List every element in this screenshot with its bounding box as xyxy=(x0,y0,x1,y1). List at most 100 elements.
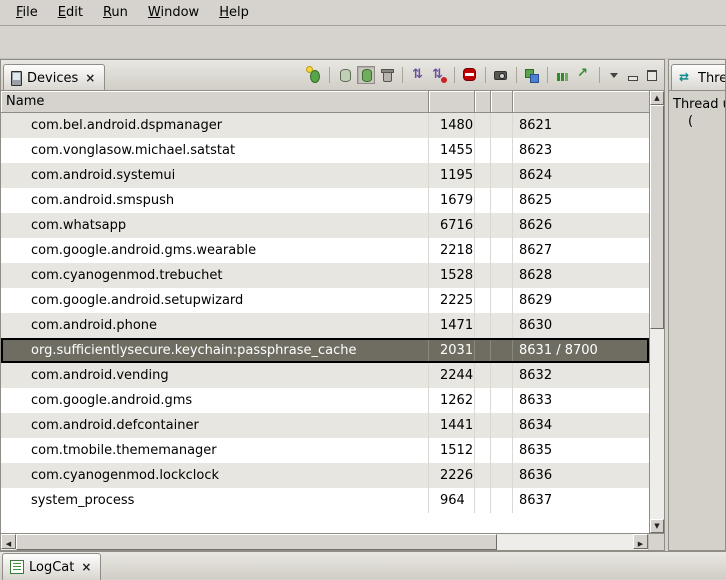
close-icon[interactable]: × xyxy=(79,560,93,574)
port-cell: 8623 xyxy=(513,138,649,163)
toolbar-separator xyxy=(516,67,517,83)
status-cell xyxy=(475,388,491,413)
port-cell: 8629 xyxy=(513,288,649,313)
port-cell: 8621 xyxy=(513,113,649,138)
toolbar-separator xyxy=(599,67,600,83)
minimize-icon[interactable] xyxy=(625,67,641,83)
scroll-left-icon[interactable] xyxy=(1,534,16,549)
tab-devices[interactable]: Devices × xyxy=(3,64,105,91)
process-name-cell: com.android.phone xyxy=(1,313,429,338)
allocation-graph-icon[interactable] xyxy=(575,66,593,84)
update-heap-icon[interactable] xyxy=(336,66,354,84)
main-toolbar-strip xyxy=(0,26,726,59)
process-name-cell: com.vonglasow.michael.satstat xyxy=(1,138,429,163)
status-cell xyxy=(491,238,513,263)
scrollbar-corner xyxy=(648,534,664,550)
tab-logcat-label: LogCat xyxy=(29,560,74,575)
menu-file[interactable]: File xyxy=(6,2,48,23)
status-cell xyxy=(475,113,491,138)
process-row[interactable]: com.google.android.setupwizard222508629 xyxy=(1,288,649,313)
table-header: Name xyxy=(1,91,649,113)
status-cell xyxy=(491,463,513,488)
process-row[interactable]: com.android.defcontainer144118634 xyxy=(1,413,649,438)
status-cell xyxy=(491,138,513,163)
column-header-3[interactable] xyxy=(475,91,491,113)
tab-threads[interactable]: Threads xyxy=(671,64,725,91)
start-method-profiling-icon[interactable] xyxy=(430,66,448,84)
status-cell xyxy=(475,263,491,288)
column-header-port[interactable] xyxy=(513,91,649,113)
process-row[interactable]: system_process9648637 xyxy=(1,488,649,513)
maximize-icon[interactable] xyxy=(644,67,660,83)
process-name-cell: com.google.android.gms xyxy=(1,388,429,413)
process-row[interactable]: com.vonglasow.michael.satstat145538623 xyxy=(1,138,649,163)
menu-run[interactable]: Run xyxy=(93,2,138,23)
column-header-4[interactable] xyxy=(491,91,513,113)
pid-cell: 1480 xyxy=(429,113,475,138)
dump-view-hierarchy-icon[interactable] xyxy=(523,66,541,84)
stop-process-icon[interactable] xyxy=(461,66,479,84)
pid-cell: 22440 xyxy=(429,363,475,388)
process-row[interactable]: com.android.systemui11958624 xyxy=(1,163,649,188)
process-row[interactable]: com.bel.android.dspmanager14808621 xyxy=(1,113,649,138)
debug-process-icon[interactable] xyxy=(305,66,323,84)
process-row[interactable]: com.tmobile.thememanager15128635 xyxy=(1,438,649,463)
menu-help[interactable]: Help xyxy=(209,2,259,23)
port-cell: 8633 xyxy=(513,388,649,413)
horizontal-scroll-thumb[interactable] xyxy=(16,534,497,550)
view-menu-icon[interactable] xyxy=(606,67,622,83)
status-cell xyxy=(475,413,491,438)
toolbar-separator xyxy=(329,67,330,83)
scroll-up-icon[interactable] xyxy=(650,91,664,105)
dump-hprof-icon[interactable] xyxy=(357,66,375,84)
ddms-window: FileEditRunWindowHelp Devices × Name xyxy=(0,0,726,577)
column-header-pid[interactable] xyxy=(429,91,475,113)
pid-cell: 1679 xyxy=(429,188,475,213)
status-cell xyxy=(475,463,491,488)
scroll-down-icon[interactable] xyxy=(650,519,664,533)
process-name-cell: com.tmobile.thememanager xyxy=(1,438,429,463)
vertical-scrollbar[interactable] xyxy=(649,91,664,533)
status-cell xyxy=(491,263,513,288)
screen-capture-icon[interactable] xyxy=(492,66,510,84)
close-icon[interactable]: × xyxy=(83,71,97,85)
vertical-scroll-track[interactable] xyxy=(650,105,664,519)
menu-window[interactable]: Window xyxy=(138,2,209,23)
scroll-right-icon[interactable] xyxy=(633,534,648,549)
process-row[interactable]: com.whatsapp67168626 xyxy=(1,213,649,238)
process-row[interactable]: com.android.vending224408632 xyxy=(1,363,649,388)
tab-logcat[interactable]: LogCat × xyxy=(2,553,101,580)
port-cell: 8630 xyxy=(513,313,649,338)
process-row[interactable]: com.google.android.gms.wearable221858627 xyxy=(1,238,649,263)
process-row[interactable]: com.google.android.gms126238633 xyxy=(1,388,649,413)
port-cell: 8628 xyxy=(513,263,649,288)
horizontal-scroll-track[interactable] xyxy=(16,534,633,550)
menu-edit[interactable]: Edit xyxy=(48,2,93,23)
devices-toolbar xyxy=(305,66,664,84)
process-row[interactable]: com.android.phone1471 8630 xyxy=(1,313,649,338)
column-header-name[interactable]: Name xyxy=(1,91,429,113)
process-name-cell: com.android.defcontainer xyxy=(1,413,429,438)
process-name-cell: org.sufficientlysecure.keychain:passphra… xyxy=(1,338,429,363)
update-threads-icon[interactable] xyxy=(409,66,427,84)
status-cell xyxy=(491,113,513,138)
logcat-icon xyxy=(10,560,24,574)
process-row[interactable]: com.cyanogenmod.trebuchet15288628 xyxy=(1,263,649,288)
port-cell: 8634 xyxy=(513,413,649,438)
cause-gc-icon[interactable] xyxy=(378,66,396,84)
process-name-cell: com.google.android.gms.wearable xyxy=(1,238,429,263)
process-row[interactable]: com.cyanogenmod.lockclock222658636 xyxy=(1,463,649,488)
vertical-scroll-thumb[interactable] xyxy=(650,105,664,329)
port-cell: 8637 xyxy=(513,488,649,513)
process-row[interactable]: com.android.smspush16798625 xyxy=(1,188,649,213)
port-cell: 8632 xyxy=(513,363,649,388)
track-allocations-icon[interactable] xyxy=(554,66,572,84)
threads-icon xyxy=(679,71,693,85)
pid-cell: 22250 xyxy=(429,288,475,313)
pid-cell: 1471 xyxy=(429,313,475,338)
process-row[interactable]: org.sufficientlysecure.keychain:passphra… xyxy=(1,338,649,363)
status-cell xyxy=(491,188,513,213)
status-cell xyxy=(491,313,513,338)
horizontal-scrollbar[interactable] xyxy=(1,533,664,550)
status-cell xyxy=(491,213,513,238)
